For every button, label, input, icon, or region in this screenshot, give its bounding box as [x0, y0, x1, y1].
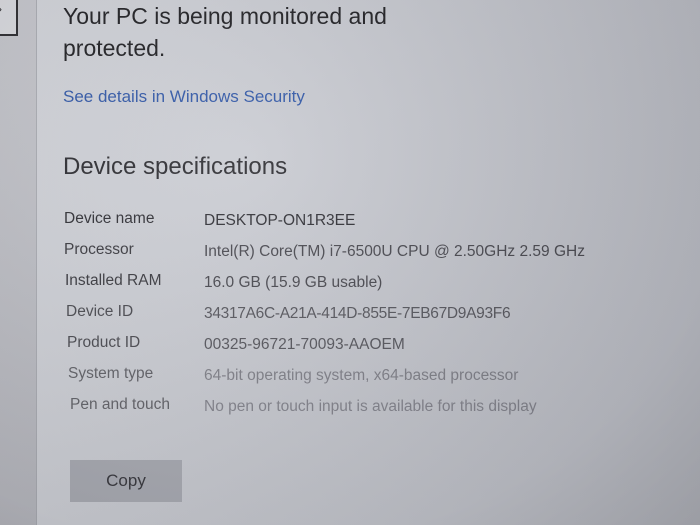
spec-value: No pen or touch input is available for t…	[204, 398, 537, 415]
spec-row-device-id: Device ID 34317A6C-A21A-414D-855E-7EB67D…	[64, 303, 624, 325]
spec-value: 34317A6C-A21A-414D-855E-7EB67D9A93F6	[204, 305, 511, 322]
settings-about-page: › Your PC is being monitored and protect…	[0, 0, 700, 525]
spec-row-system-type: System type 64-bit operating system, x64…	[64, 365, 624, 387]
spec-label: Pen and touch	[70, 396, 170, 413]
spec-value: 16.0 GB (15.9 GB usable)	[204, 274, 383, 291]
spec-row-installed-ram: Installed RAM 16.0 GB (15.9 GB usable)	[64, 272, 624, 294]
spec-value: DESKTOP-ON1R3EE	[204, 212, 356, 229]
spec-row-product-id: Product ID 00325-96721-70093-AAOEM	[64, 334, 624, 356]
spec-value: 64-bit operating system, x64-based proce…	[204, 367, 519, 384]
windows-security-link[interactable]: See details in Windows Security	[63, 87, 305, 107]
copy-button[interactable]: Copy	[70, 460, 182, 502]
spec-label: Device ID	[66, 303, 134, 320]
spec-label: Device name	[64, 210, 155, 227]
spec-label: Processor	[64, 241, 134, 258]
device-specifications-title: Device specifications	[63, 153, 288, 180]
spec-row-pen-and-touch: Pen and touch No pen or touch input is a…	[64, 396, 624, 418]
chevron-right-icon: ›	[0, 2, 2, 16]
spec-row-device-name: Device name DESKTOP-ON1R3EE	[64, 210, 624, 232]
spec-value: 00325-96721-70093-AAOEM	[204, 336, 405, 353]
security-status-text: Your PC is being monitored and protected…	[63, 3, 387, 61]
spec-label: Installed RAM	[65, 272, 162, 289]
left-sidebar-strip: ›	[0, 0, 37, 525]
spec-label: System type	[68, 365, 154, 382]
spec-row-processor: Processor Intel(R) Core(TM) i7-6500U CPU…	[64, 241, 624, 263]
spec-label: Product ID	[67, 334, 141, 351]
nav-button[interactable]: ›	[0, 0, 18, 36]
spec-value: Intel(R) Core(TM) i7-6500U CPU @ 2.50GHz…	[204, 243, 585, 260]
device-specifications-list: Device name DESKTOP-ON1R3EE Processor In…	[64, 210, 624, 427]
